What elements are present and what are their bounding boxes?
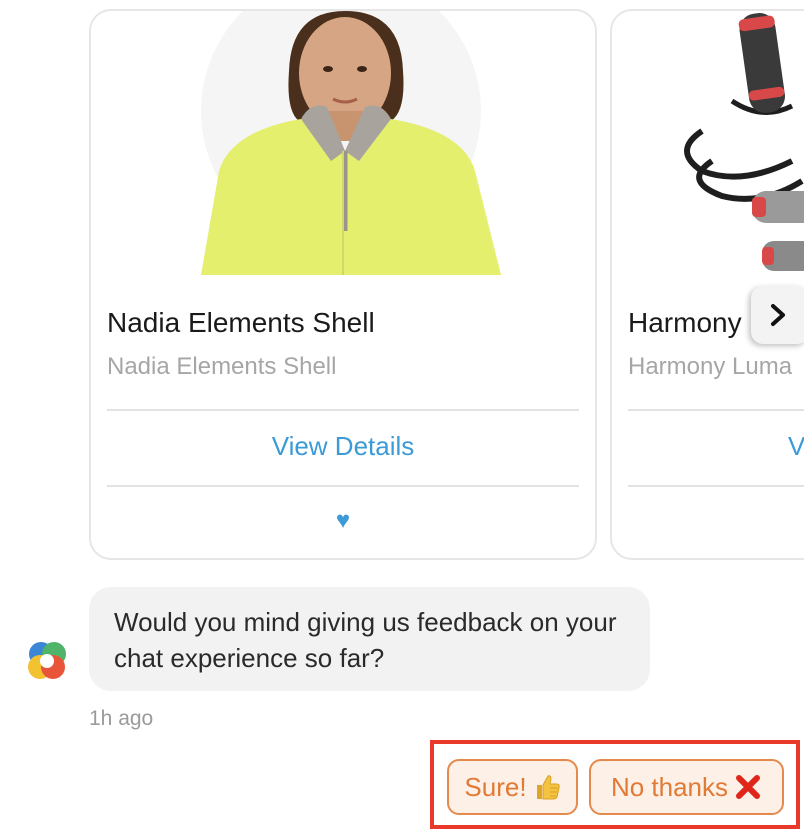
- product-title: Harmony: [628, 307, 742, 338]
- product-title: Nadia Elements Shell: [107, 307, 375, 338]
- no-thanks-button[interactable]: No thanks: [589, 759, 784, 815]
- sure-label: Sure!: [464, 771, 527, 802]
- carousel-next-button[interactable]: [751, 286, 804, 344]
- no-thanks-label: No thanks: [610, 771, 729, 802]
- product-image: [91, 11, 595, 275]
- product-photo-jump-rope-icon: [612, 11, 804, 275]
- product-image: [612, 11, 804, 275]
- thumbs-up-icon: [536, 775, 560, 800]
- divider: [107, 485, 579, 487]
- product-subtitle: Harmony Luma: [628, 353, 793, 380]
- product-photo-green-jacket-icon: [91, 11, 595, 275]
- product-carousel: Nadia Elements Shell Nadia Elements Shel…: [0, 0, 804, 565]
- product-subtitle: Nadia Elements Shell: [107, 353, 337, 380]
- message-timestamp: 1h ago: [89, 707, 154, 730]
- chevron-right-icon: [771, 304, 785, 326]
- message-text: Would you mind giving us feedback on you…: [114, 607, 617, 673]
- bot-avatar: [26, 640, 68, 682]
- red-x-icon: [736, 775, 761, 799]
- divider: [628, 485, 804, 487]
- bot-message-bubble: Would you mind giving us feedback on you…: [89, 587, 650, 691]
- bot-logo-icon: [28, 642, 66, 679]
- chat-window: Nadia Elements Shell Nadia Elements Shel…: [0, 0, 804, 830]
- product-card: Nadia Elements Shell Nadia Elements Shel…: [89, 9, 597, 560]
- divider: [107, 409, 579, 411]
- heart-icon[interactable]: ♥: [91, 507, 595, 535]
- product-card: Harmony Harmony Luma V: [610, 9, 804, 560]
- divider: [628, 409, 804, 411]
- view-details-button[interactable]: V: [788, 431, 804, 462]
- view-details-button[interactable]: View Details: [91, 431, 595, 462]
- sure-button[interactable]: Sure!: [447, 759, 578, 815]
